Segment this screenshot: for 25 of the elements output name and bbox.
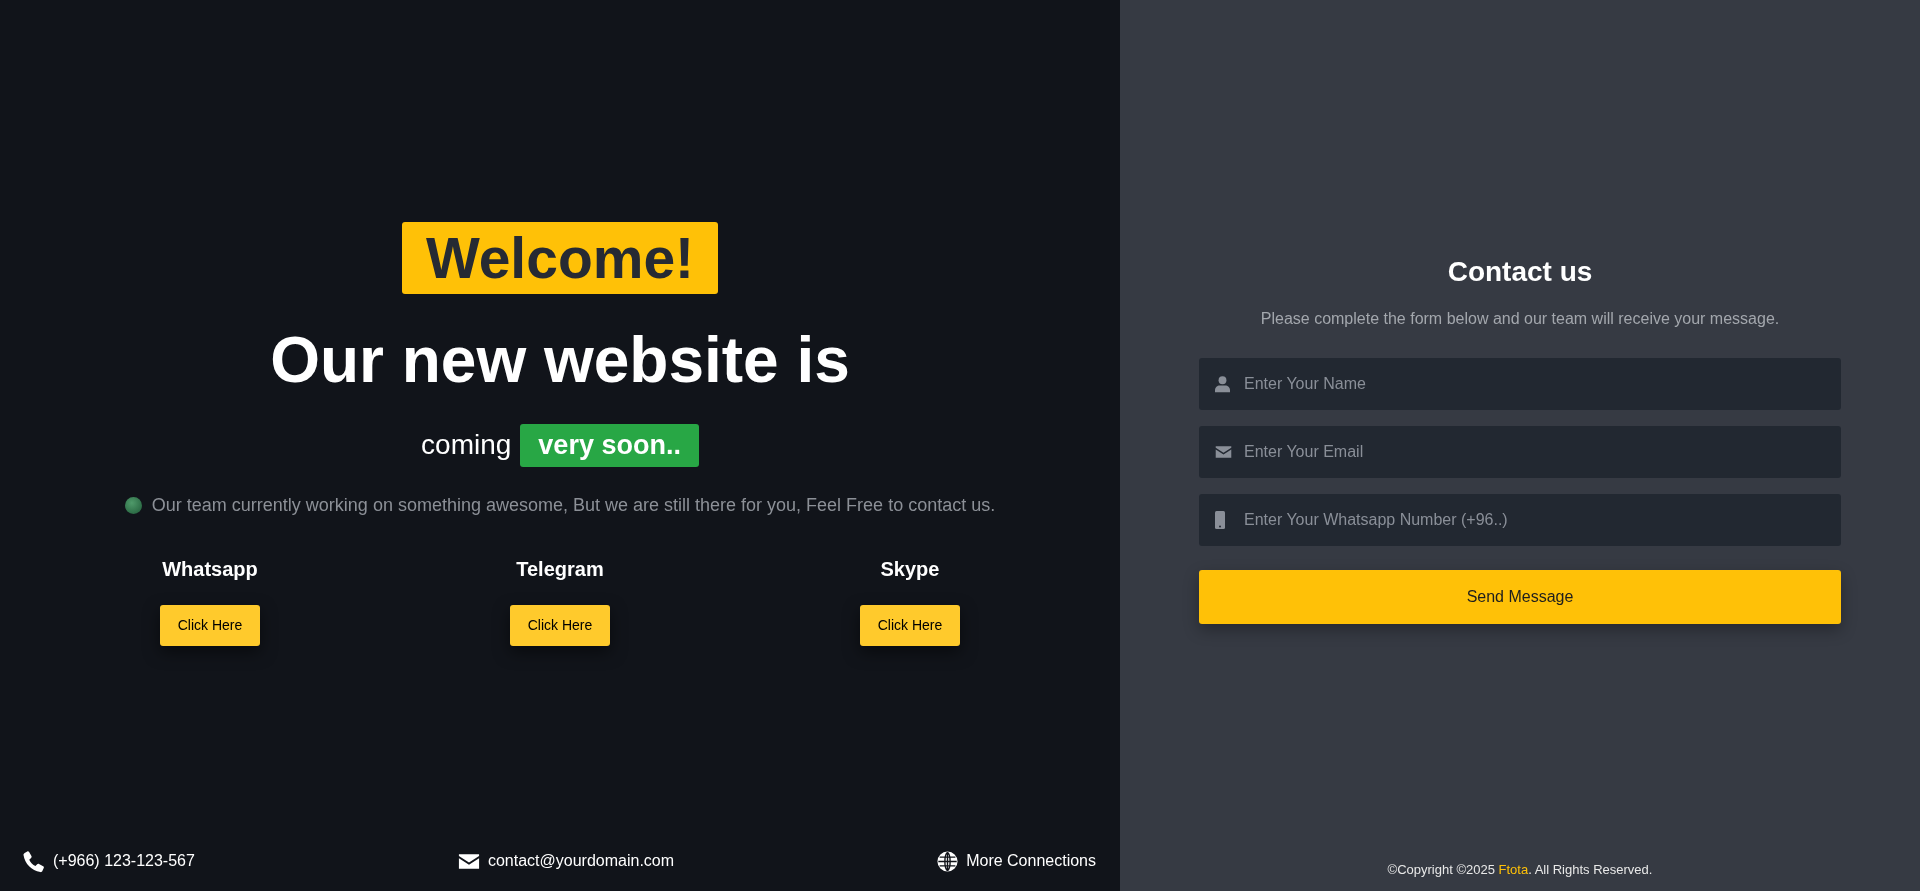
click-here-button[interactable]: Click Here (159, 604, 261, 646)
globe-icon (937, 850, 959, 872)
social-title: Skype (880, 557, 940, 581)
footer-link[interactable]: (+966) 123-123-567 (22, 849, 195, 873)
send-message-button[interactable]: Send Message (1199, 570, 1841, 624)
contact-title: Contact us (1447, 256, 1593, 288)
footer-link[interactable]: contact@yourdomain.com (457, 852, 675, 870)
description: Our team currently working on something awesome, But we are still there for you, Feel Free to contact us. (151, 494, 996, 516)
copyright-text: ©Copyright ©2025 Ftota. All Rights Reserved. (1386, 862, 1654, 879)
contact-subtitle: Please complete the form below and our team will receive your message. (1260, 310, 1780, 328)
phone-icon (22, 849, 45, 873)
social-title: Telegram (516, 557, 604, 581)
social-title: Whatsapp (162, 557, 258, 581)
input-field[interactable]: Enter Your Whatsapp Number (+96..) (1199, 494, 1841, 546)
welcome-badge: Welcome! (401, 221, 719, 294)
click-here-button[interactable]: Click Here (859, 604, 961, 646)
input-field[interactable]: Enter Your Email (1199, 426, 1841, 478)
click-here-button[interactable]: Click Here (509, 604, 611, 646)
envelope-icon (457, 852, 480, 870)
status-dot-icon (124, 496, 142, 514)
headline: Our new website is (270, 322, 850, 398)
input-field[interactable]: Enter Your Name (1199, 358, 1841, 410)
soon-badge: very soon.. (520, 423, 699, 467)
coming-text: coming (421, 429, 512, 461)
footer-link[interactable]: More Connections (937, 850, 1096, 872)
